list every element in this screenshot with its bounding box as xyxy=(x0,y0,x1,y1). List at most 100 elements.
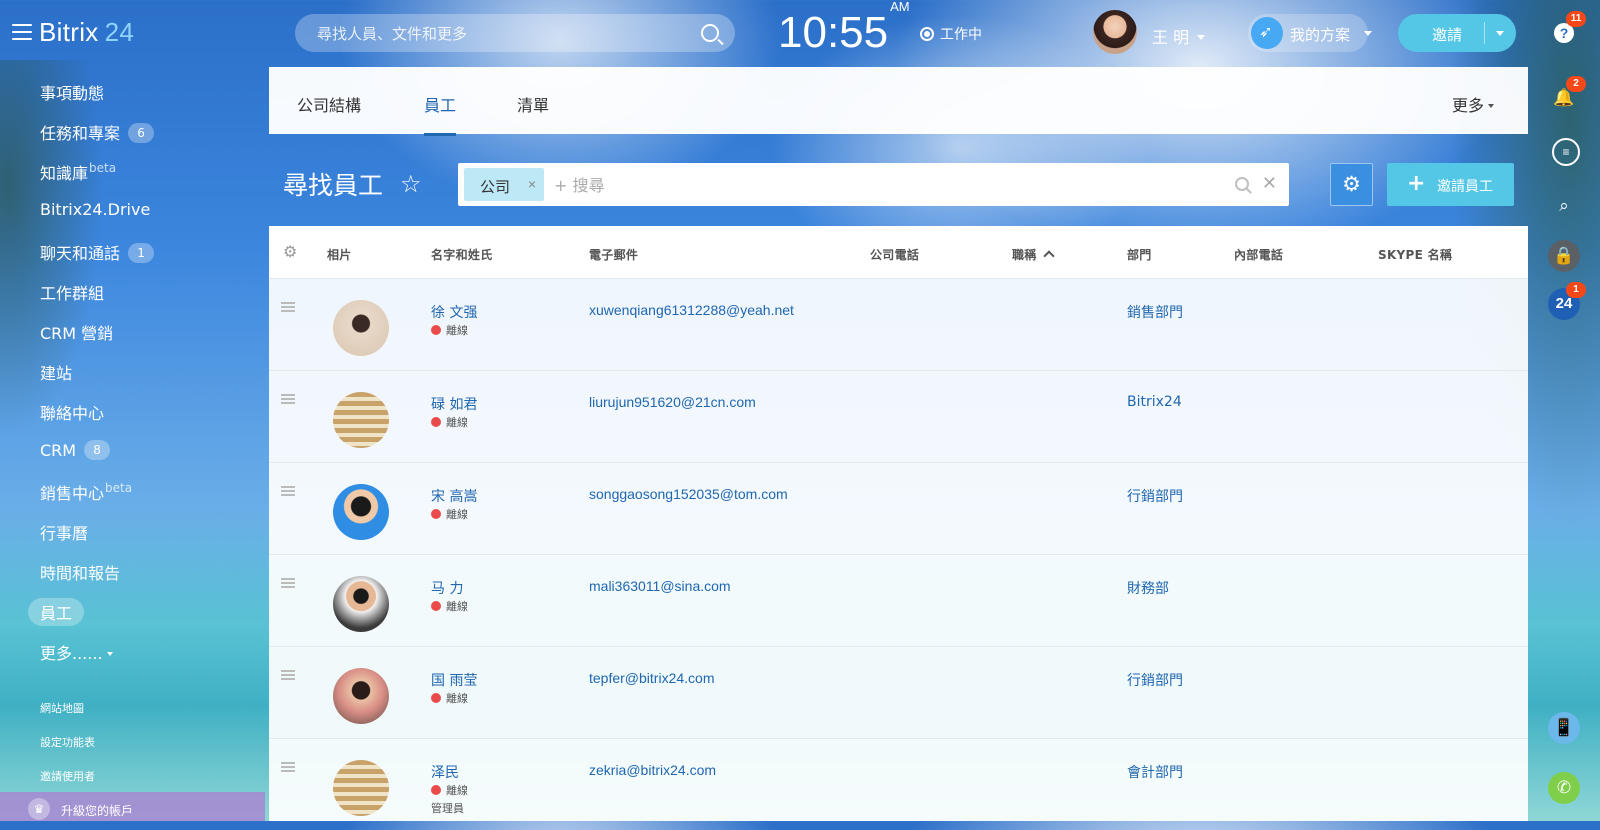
sidebar-item-sales-center[interactable]: 銷售中心beta xyxy=(40,480,132,504)
sidebar-item-contact-center[interactable]: 聯絡中心 xyxy=(40,400,104,424)
sidebar-item-knowledge[interactable]: 知識庫beta xyxy=(40,160,116,184)
sidebar-item-chat[interactable]: 聊天和通話 1 xyxy=(40,240,155,264)
drag-handle-icon[interactable] xyxy=(281,578,295,588)
search-icon[interactable] xyxy=(701,24,719,42)
employee-name[interactable]: 碌 如君 xyxy=(431,394,477,414)
upgrade-account-button[interactable]: ♛ 升級您的帳戶 xyxy=(0,792,265,821)
avatar[interactable] xyxy=(333,576,389,632)
phone-icon[interactable]: ✆ xyxy=(1548,772,1580,804)
column-internal-phone[interactable]: 內部電話 xyxy=(1234,246,1283,263)
employee-name[interactable]: 马 力 xyxy=(431,578,463,598)
chat-icon[interactable]: ≡ xyxy=(1552,138,1580,166)
invite-button[interactable]: 邀請 xyxy=(1398,14,1516,52)
tab-employees[interactable]: 員工 xyxy=(424,92,457,136)
employee-department[interactable]: 行銷部門 xyxy=(1127,486,1183,506)
help-icon[interactable]: ? 11 xyxy=(1548,11,1586,49)
invite-employee-button[interactable]: + 邀請員工 xyxy=(1387,163,1514,206)
table-row[interactable]: 碌 如君 離線 liurujun951620@21cn.com Bitrix24 xyxy=(269,370,1528,463)
sidebar-item-employees[interactable]: 員工 xyxy=(28,598,85,626)
employee-email[interactable]: songgaosong152035@tom.com xyxy=(589,486,788,502)
sidebar-item-drive[interactable]: Bitrix24.Drive xyxy=(40,200,150,219)
divider xyxy=(1484,22,1485,44)
sidebar-item-feed[interactable]: 事項動態 xyxy=(40,80,104,104)
configure-menu-link[interactable]: 設定功能表 xyxy=(40,734,95,750)
status-badge: 離線 xyxy=(431,690,468,706)
tab-lists[interactable]: 清單 xyxy=(517,92,549,116)
sitemap-link[interactable]: 網站地圖 xyxy=(40,700,84,716)
table-row[interactable]: 马 力 離線 mali363011@sina.com 財務部 xyxy=(269,554,1528,647)
employee-department[interactable]: 會計部門 xyxy=(1127,762,1183,782)
avatar[interactable] xyxy=(333,668,389,724)
clock[interactable]: 10:55AM xyxy=(778,0,910,58)
drag-handle-icon[interactable] xyxy=(281,302,295,312)
drag-handle-icon[interactable] xyxy=(281,486,295,496)
user-menu[interactable]: 王 明 xyxy=(1152,24,1206,48)
sidebar-item-tasks[interactable]: 任務和專案 6 xyxy=(40,120,155,144)
column-skype[interactable]: SKYPE 名稱 xyxy=(1378,246,1452,263)
table-row[interactable]: 国 雨莹 離線 tepfer@bitrix24.com 行銷部門 xyxy=(269,646,1528,739)
filter-search-input[interactable] xyxy=(552,163,1156,208)
work-status[interactable]: 工作中 xyxy=(920,24,982,44)
column-name[interactable]: 名字和姓氏 xyxy=(431,246,493,263)
sidebar-item-crm[interactable]: CRM 8 xyxy=(40,440,111,460)
employee-department[interactable]: 財務部 xyxy=(1127,578,1169,598)
tab-company-structure[interactable]: 公司結構 xyxy=(297,92,361,116)
column-department[interactable]: 部門 xyxy=(1127,246,1152,263)
employee-department[interactable]: 銷售部門 xyxy=(1127,302,1183,322)
drag-handle-icon[interactable] xyxy=(281,670,295,680)
employee-name[interactable]: 国 雨莹 xyxy=(431,670,477,690)
employee-department[interactable]: 行銷部門 xyxy=(1127,670,1183,690)
filter-chip[interactable]: 公司 × xyxy=(464,168,544,201)
logo[interactable]: Bitrix 24 xyxy=(39,17,134,48)
employee-name[interactable]: 宋 高嵩 xyxy=(431,486,477,506)
tabs-more-button[interactable]: 更多 xyxy=(1452,92,1494,116)
sidebar-item-workgroups[interactable]: 工作群組 xyxy=(40,280,104,304)
employee-department[interactable]: Bitrix24 xyxy=(1127,394,1182,410)
employee-email[interactable]: zekria@bitrix24.com xyxy=(589,762,716,778)
offline-dot-icon xyxy=(431,693,441,703)
employee-name[interactable]: 泽民 xyxy=(431,762,459,782)
table-row[interactable]: 泽民 離線 管理員 zekria@bitrix24.com 會計部門 xyxy=(269,738,1528,830)
close-icon[interactable]: × xyxy=(528,176,536,192)
lock-icon[interactable]: 🔒 xyxy=(1548,240,1580,272)
employee-email[interactable]: liurujun951620@21cn.com xyxy=(589,394,756,410)
user-avatar[interactable] xyxy=(1093,10,1137,54)
sidebar-item-crm-marketing[interactable]: CRM 營銷 xyxy=(40,320,113,344)
status-label: 離線 xyxy=(446,416,468,429)
employee-email[interactable]: mali363011@sina.com xyxy=(589,578,731,594)
drag-handle-icon[interactable] xyxy=(281,762,295,772)
avatar[interactable] xyxy=(333,300,389,356)
avatar[interactable] xyxy=(333,484,389,540)
hamburger-menu-icon[interactable] xyxy=(12,24,32,40)
sidebar-item-more[interactable]: 更多...... xyxy=(40,640,113,664)
search-icon[interactable] xyxy=(1235,177,1249,191)
table-row[interactable]: 徐 文强 離線 xuwenqiang61312288@yeah.net 銷售部門 xyxy=(269,278,1528,371)
table-row[interactable]: 宋 高嵩 離線 songgaosong152035@tom.com 行銷部門 xyxy=(269,462,1528,555)
drag-handle-icon[interactable] xyxy=(281,394,295,404)
invite-users-link[interactable]: 邀請使用者 xyxy=(40,768,95,784)
column-photo[interactable]: 相片 xyxy=(327,246,352,263)
column-company-phone[interactable]: 公司電話 xyxy=(870,246,919,263)
global-search-input[interactable] xyxy=(315,14,699,54)
sidebar-item-time-reports[interactable]: 時間和報告 xyxy=(40,560,120,584)
employee-email[interactable]: tepfer@bitrix24.com xyxy=(589,670,714,686)
column-email[interactable]: 電子郵件 xyxy=(589,246,638,263)
sidebar-item-calendar[interactable]: 行事曆 xyxy=(40,520,88,544)
avatar[interactable] xyxy=(333,760,389,816)
my-plan-button[interactable]: 我的方案 xyxy=(1248,14,1372,52)
chevron-down-icon[interactable] xyxy=(1496,31,1504,36)
bell-icon[interactable]: 🔔 2 xyxy=(1548,76,1586,114)
settings-button[interactable]: ⚙ xyxy=(1330,163,1373,206)
employee-name[interactable]: 徐 文强 xyxy=(431,302,477,322)
star-icon[interactable]: ☆ xyxy=(400,173,424,197)
sidebar-item-sites[interactable]: 建站 xyxy=(40,360,72,384)
avatar[interactable] xyxy=(333,392,389,448)
column-position[interactable]: 職稱 xyxy=(1012,246,1055,263)
search-icon[interactable]: ⌕ xyxy=(1548,190,1580,222)
bitrix24-icon[interactable]: 24 1 xyxy=(1548,282,1586,320)
clear-icon[interactable]: ✕ xyxy=(1262,173,1277,194)
mobile-sync-icon[interactable]: 📱 xyxy=(1548,712,1580,744)
sidebar-item-label: 更多...... xyxy=(40,644,103,663)
gear-icon[interactable]: ⚙ xyxy=(283,242,297,262)
employee-email[interactable]: xuwenqiang61312288@yeah.net xyxy=(589,302,794,318)
